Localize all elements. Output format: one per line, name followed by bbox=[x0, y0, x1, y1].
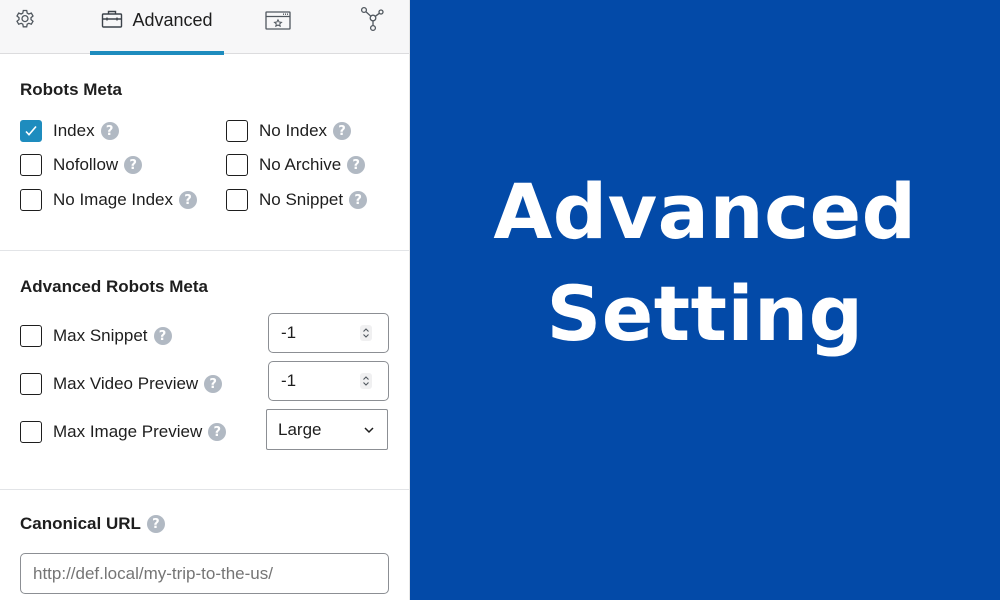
robots-meta-heading: Robots Meta bbox=[20, 80, 122, 99]
max-snippet-input[interactable]: -1 bbox=[268, 313, 389, 353]
help-icon[interactable]: ? bbox=[100, 122, 119, 140]
index-checkbox[interactable] bbox=[20, 120, 42, 142]
help-icon[interactable]: ? bbox=[153, 327, 172, 345]
option-nofollow: Nofollow ? bbox=[20, 153, 143, 177]
option-max-video-preview: Max Video Preview ? bbox=[20, 372, 223, 396]
max-snippet-value: -1 bbox=[281, 323, 297, 342]
option-label: Max Snippet bbox=[53, 326, 148, 345]
option-label: No Snippet bbox=[259, 190, 344, 209]
no-snippet-checkbox[interactable] bbox=[226, 189, 248, 211]
help-icon[interactable]: ? bbox=[347, 156, 366, 174]
no-image-index-checkbox[interactable] bbox=[20, 189, 42, 211]
tab-advanced[interactable]: Advanced bbox=[90, 0, 224, 55]
gear-icon bbox=[13, 8, 37, 32]
section-divider bbox=[0, 250, 409, 251]
tab-general[interactable] bbox=[13, 0, 37, 54]
option-max-image-preview: Max Image Preview ? bbox=[20, 420, 227, 444]
option-no-snippet: No Snippet ? bbox=[226, 188, 368, 212]
canonical-url-input[interactable] bbox=[33, 563, 388, 584]
option-index: Index ? bbox=[20, 119, 119, 143]
help-icon[interactable]: ? bbox=[204, 375, 223, 393]
help-icon[interactable]: ? bbox=[146, 515, 165, 533]
max-video-preview-value: -1 bbox=[281, 371, 297, 390]
seo-settings-panel: Advanced Robots Meta Index ? No Index ? … bbox=[0, 0, 410, 600]
canonical-url-label: Canonical URL bbox=[20, 514, 141, 533]
nofollow-checkbox[interactable] bbox=[20, 154, 42, 176]
section-divider bbox=[0, 489, 409, 490]
hero-title-line-2: Setting bbox=[546, 269, 864, 358]
option-no-image-index: No Image Index ? bbox=[20, 188, 198, 212]
option-label: Index bbox=[53, 121, 95, 140]
spinner-icon[interactable] bbox=[360, 325, 372, 341]
option-label: No Index bbox=[259, 121, 328, 140]
tab-social[interactable] bbox=[265, 0, 291, 54]
max-snippet-checkbox[interactable] bbox=[20, 325, 42, 347]
help-icon[interactable]: ? bbox=[349, 191, 368, 209]
spinner-icon[interactable] bbox=[360, 373, 372, 389]
option-label: Max Video Preview bbox=[53, 374, 199, 393]
tab-advanced-label: Advanced bbox=[132, 10, 213, 30]
option-max-snippet: Max Snippet ? bbox=[20, 324, 172, 348]
option-label: Max Image Preview bbox=[53, 422, 203, 441]
active-tab-indicator bbox=[90, 51, 224, 55]
hero-banner: Advanced Setting bbox=[410, 0, 1000, 600]
max-image-preview-checkbox[interactable] bbox=[20, 421, 42, 443]
option-no-archive: No Archive ? bbox=[226, 153, 366, 177]
check-icon bbox=[25, 125, 37, 136]
option-label: No Image Index bbox=[53, 190, 174, 209]
browser-star-icon bbox=[265, 11, 291, 31]
help-icon[interactable]: ? bbox=[179, 191, 198, 209]
option-label: No Archive bbox=[259, 155, 342, 174]
canonical-url-field[interactable] bbox=[20, 553, 389, 594]
hero-title: Advanced Setting bbox=[493, 161, 916, 365]
toolbox-icon bbox=[101, 8, 123, 30]
option-label: Nofollow bbox=[53, 155, 119, 174]
network-nodes-icon bbox=[360, 6, 386, 32]
tab-schema[interactable] bbox=[360, 0, 386, 54]
help-icon[interactable]: ? bbox=[333, 122, 352, 140]
max-image-preview-value: Large bbox=[278, 419, 322, 439]
no-index-checkbox[interactable] bbox=[226, 120, 248, 142]
max-video-preview-input[interactable]: -1 bbox=[268, 361, 389, 401]
max-video-preview-checkbox[interactable] bbox=[20, 373, 42, 395]
advanced-robots-meta-heading: Advanced Robots Meta bbox=[20, 277, 208, 296]
help-icon[interactable]: ? bbox=[124, 156, 143, 174]
chevron-down-icon bbox=[364, 426, 374, 433]
help-icon[interactable]: ? bbox=[208, 423, 227, 441]
canonical-url-heading: Canonical URL ? bbox=[20, 514, 165, 534]
no-archive-checkbox[interactable] bbox=[226, 154, 248, 176]
option-no-index: No Index ? bbox=[226, 119, 352, 143]
hero-title-line-1: Advanced bbox=[493, 167, 917, 256]
tab-bar: Advanced bbox=[0, 0, 409, 55]
max-image-preview-select[interactable]: Large bbox=[266, 409, 388, 450]
